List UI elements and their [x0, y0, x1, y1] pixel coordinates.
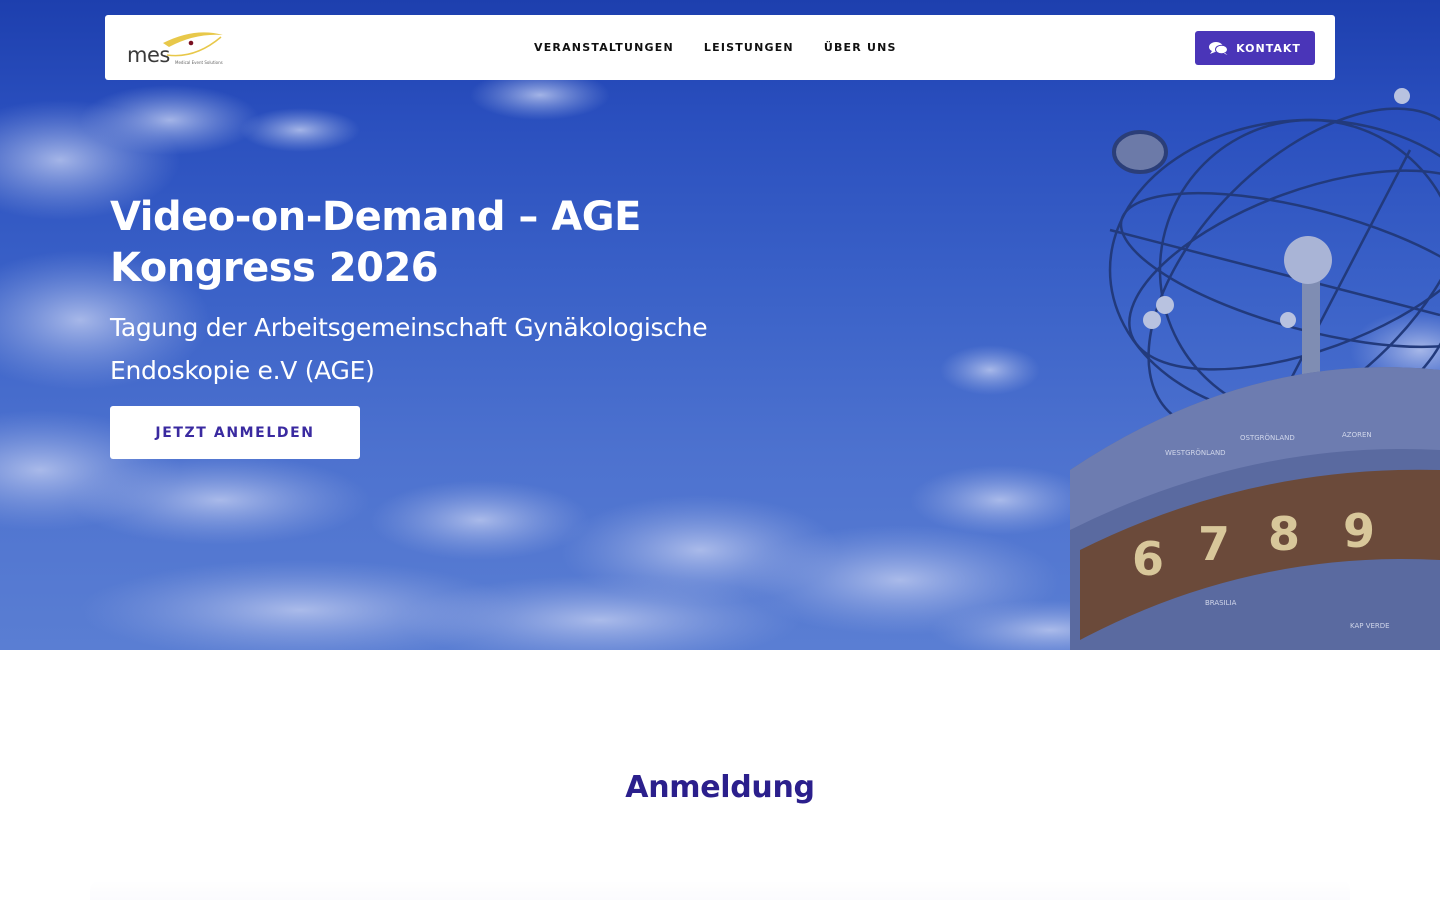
svg-text:BRASILIA: BRASILIA [1205, 599, 1237, 607]
svg-text:6: 6 [1132, 532, 1164, 586]
contact-button-label: KONTAKT [1236, 41, 1301, 55]
logo-tagline: Medical Event Solutions [175, 60, 223, 65]
hero-subtitle: Tagung der Arbeitsgemeinschaft Gynäkolog… [110, 313, 708, 385]
nav-item-veranstaltungen[interactable]: VERANSTALTUNGEN [534, 41, 674, 54]
hero-title: Video-on-Demand – AGE Kongress 2026 [110, 194, 641, 291]
top-navbar: mes Medical Event Solutions VERANSTALTUN… [105, 15, 1335, 80]
nav-item-ueber-uns[interactable]: ÜBER UNS [824, 41, 897, 54]
main-navigation: VERANSTALTUNGEN LEISTUNGEN ÜBER UNS [534, 41, 927, 54]
mes-logo[interactable]: mes Medical Event Solutions [125, 29, 225, 69]
logo-text: mes [127, 43, 170, 67]
svg-text:7: 7 [1198, 517, 1230, 571]
chat-bubbles-icon [1209, 42, 1229, 55]
svg-text:OSTGRÖNLAND: OSTGRÖNLAND [1240, 433, 1295, 442]
svg-text:9: 9 [1343, 504, 1375, 558]
hero-banner: 6 7 8 9 WESTGRÖNLAND OSTGRÖNLAND AZOREN … [0, 0, 1440, 650]
nav-item-leistungen[interactable]: LEISTUNGEN [704, 41, 794, 54]
contact-button[interactable]: KONTAKT [1195, 31, 1315, 65]
section-title-anmeldung: Anmeldung [625, 770, 815, 805]
svg-text:KAP VERDE: KAP VERDE [1350, 622, 1390, 630]
registration-card [90, 880, 1350, 900]
world-clock-image: 6 7 8 9 WESTGRÖNLAND OSTGRÖNLAND AZOREN … [1070, 88, 1440, 650]
register-now-button[interactable]: JETZT ANMELDEN [110, 406, 360, 459]
svg-text:AZOREN: AZOREN [1342, 431, 1372, 439]
svg-text:WESTGRÖNLAND: WESTGRÖNLAND [1165, 448, 1226, 457]
svg-text:8: 8 [1268, 507, 1300, 561]
